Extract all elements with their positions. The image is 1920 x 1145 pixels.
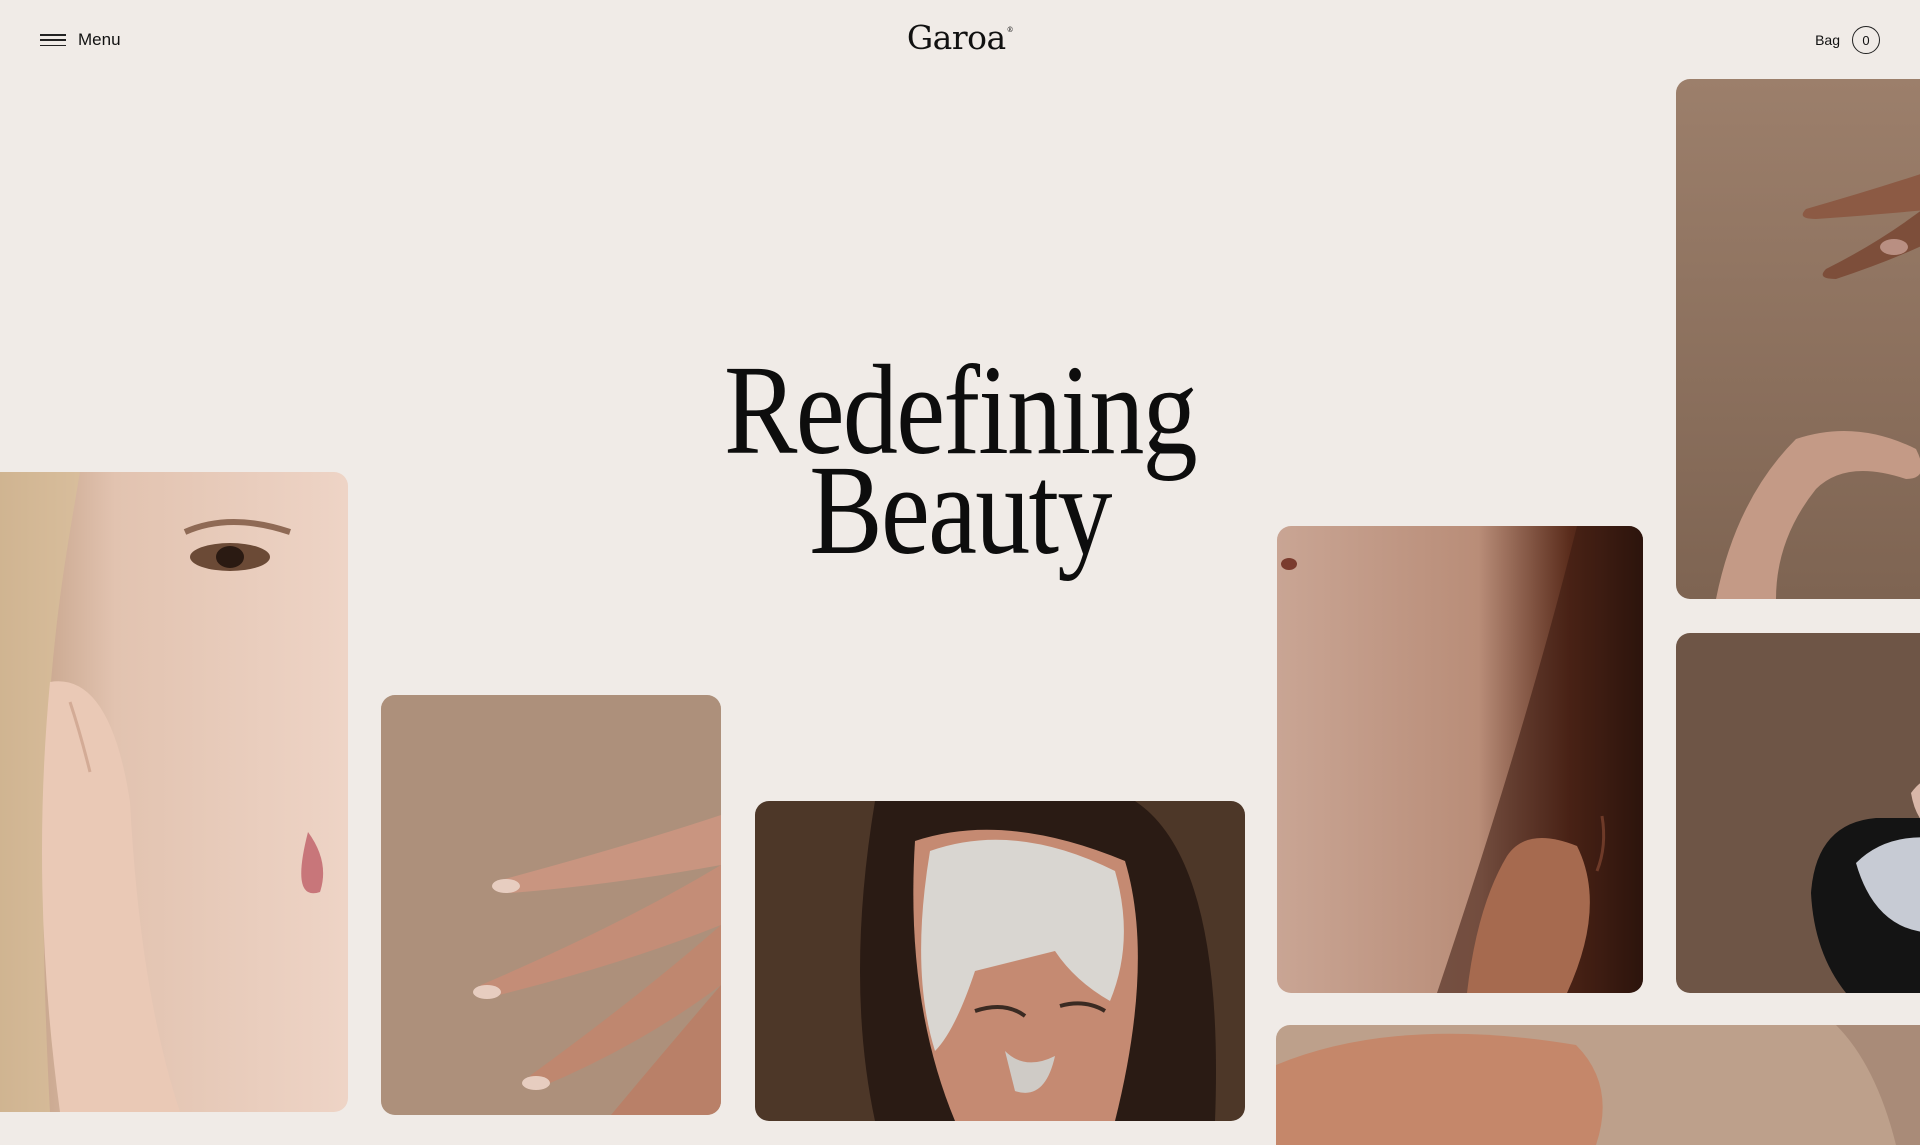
logo-text: Garoa (906, 18, 1006, 57)
photo-shoulder-closeup (1276, 1025, 1920, 1145)
bag-label: Bag (1815, 32, 1840, 48)
photo-woman-face (0, 472, 348, 1112)
bag-count-badge: 0 (1852, 26, 1880, 54)
photo-woman-clay-mask (755, 801, 1245, 1121)
site-header: Menu Garoa® Bag 0 (0, 0, 1920, 80)
photo-bowl-product (1676, 633, 1920, 993)
brand-logo[interactable]: Garoa® (0, 18, 1920, 57)
photo-arms-gesture (1676, 79, 1920, 599)
bag-button[interactable]: Bag 0 (1815, 26, 1880, 54)
photo-hand-manicure (381, 695, 721, 1115)
registered-mark: ® (1006, 26, 1014, 34)
photo-skin-closeup (1277, 526, 1643, 993)
